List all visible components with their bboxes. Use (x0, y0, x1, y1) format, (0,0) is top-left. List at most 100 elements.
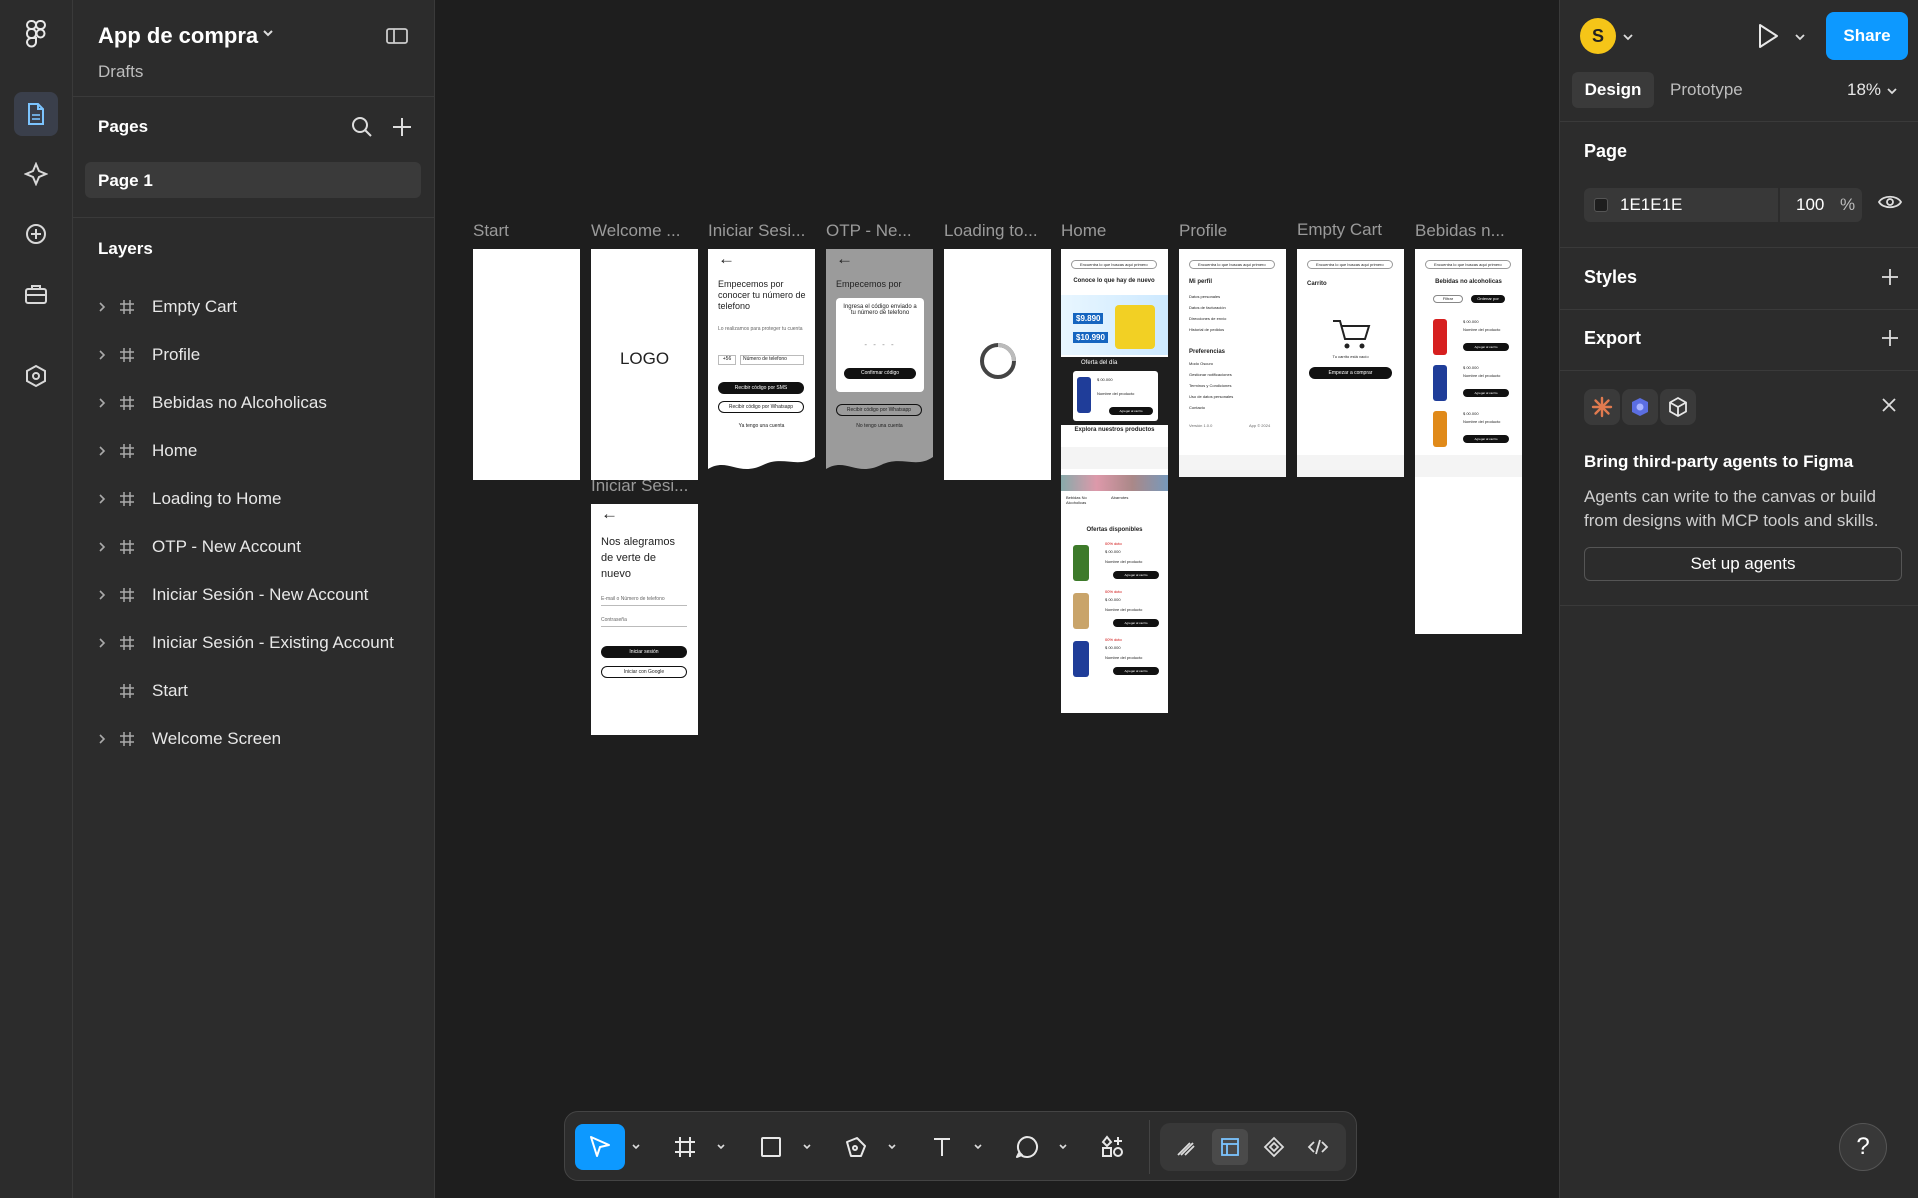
move-tool-icon[interactable] (575, 1124, 625, 1170)
chevron-right-icon[interactable] (97, 732, 107, 750)
comment-tool-icon[interactable] (1002, 1124, 1052, 1170)
chevron-down-icon[interactable] (881, 1124, 903, 1170)
chevron-right-icon[interactable] (97, 396, 107, 414)
frame-tool-icon[interactable] (660, 1124, 710, 1170)
frame-login-existing[interactable]: ← Nos alegramos de verte de nuevo E-mail… (591, 504, 698, 735)
file-location[interactable]: Drafts (98, 62, 143, 82)
chevron-right-icon[interactable] (97, 636, 107, 654)
phone-input: Número de telefono (740, 355, 804, 365)
settings-hex-icon[interactable] (14, 354, 58, 398)
layer-item[interactable]: OTP - New Account (73, 527, 435, 567)
layer-item[interactable]: Bebidas no Alcoholicas (73, 383, 435, 423)
rectangle-tool-icon[interactable] (746, 1124, 796, 1170)
chevron-right-icon[interactable] (97, 348, 107, 366)
add-export-icon[interactable] (1880, 328, 1900, 353)
chevron-down-icon[interactable] (625, 1124, 647, 1170)
layer-item[interactable]: Loading to Home (73, 479, 435, 519)
chevron-right-icon[interactable] (97, 300, 107, 318)
plugins-icon[interactable] (14, 212, 58, 256)
tab-prototype[interactable]: Prototype (1670, 80, 1743, 100)
frame-loading[interactable] (944, 249, 1051, 480)
frame-label-home[interactable]: Home (1061, 221, 1169, 241)
frame-icon (118, 730, 136, 753)
set-up-agents-button[interactable]: Set up agents (1584, 547, 1902, 581)
chevron-down-icon[interactable] (796, 1124, 818, 1170)
chevron-down-icon[interactable] (1052, 1124, 1074, 1170)
page-opacity-value[interactable]: 100 (1796, 195, 1824, 215)
layer-item[interactable]: Profile (73, 335, 435, 375)
frame-label-login-new[interactable]: Iniciar Sesi... (708, 221, 816, 241)
layer-item[interactable]: Start (73, 671, 435, 711)
frame-profile[interactable]: Encuentra lo que buscas aquí primero Mi … (1179, 249, 1286, 477)
frame-label-profile[interactable]: Profile (1179, 221, 1287, 241)
add-to-cart-button: Agregar al carrito (1113, 667, 1159, 675)
frame-empty-cart[interactable]: Encuentra lo que buscas aquí primero Car… (1297, 249, 1404, 477)
divider (1560, 309, 1918, 310)
layer-item[interactable]: Iniciar Sesión - New Account (73, 575, 435, 615)
preference-item: Contacto (1189, 405, 1206, 410)
eye-icon[interactable] (1877, 193, 1903, 216)
layer-item[interactable]: Iniciar Sesión - Existing Account (73, 623, 435, 663)
page-opacity-field[interactable]: 100 % (1780, 188, 1862, 222)
toolbox-icon[interactable] (14, 272, 58, 316)
frame-login-new[interactable]: ← Empecemos por conocer tu número de tel… (708, 249, 815, 472)
pen-tool-icon[interactable] (831, 1124, 881, 1170)
play-icon[interactable] (1755, 22, 1781, 55)
layer-item-label: Iniciar Sesión - New Account (152, 585, 369, 604)
avatar[interactable]: S (1580, 18, 1616, 54)
text-tool-icon[interactable] (917, 1124, 967, 1170)
file-title[interactable]: App de compra (98, 23, 258, 49)
page-color-hex[interactable]: 1E1E1E (1620, 195, 1682, 215)
page-color-field[interactable]: 1E1E1E (1584, 188, 1778, 222)
panel-toggle-icon[interactable] (385, 26, 409, 51)
chevron-right-icon[interactable] (97, 444, 107, 462)
frame-bebidas[interactable]: Encuentra lo que buscas aquí primero Beb… (1415, 249, 1522, 634)
layer-item[interactable]: Welcome Screen (73, 719, 435, 759)
frame-label-start[interactable]: Start (473, 221, 581, 241)
add-page-icon[interactable] (391, 116, 413, 143)
chevron-down-icon[interactable] (710, 1124, 732, 1170)
frame-otp[interactable]: ← Empecemos por conocer tu número Ingres… (826, 249, 933, 474)
chevron-down-icon[interactable] (1794, 30, 1806, 48)
frame-home[interactable]: Encuentra lo que buscas aquí primero Con… (1061, 249, 1168, 713)
add-to-cart-button: Agregar al carrito (1463, 343, 1509, 351)
close-icon[interactable] (1880, 396, 1898, 419)
design-mode-icon[interactable] (1212, 1129, 1248, 1165)
page-item[interactable]: Page 1 (85, 162, 421, 198)
chevron-down-icon[interactable] (967, 1124, 989, 1170)
components-mode-icon[interactable] (1256, 1129, 1292, 1165)
frame-start[interactable] (473, 249, 580, 480)
offer-price: $ 00.000 (1097, 377, 1113, 382)
chevron-down-icon[interactable] (1886, 84, 1898, 102)
add-style-icon[interactable] (1880, 267, 1900, 292)
figma-menu-icon[interactable] (14, 12, 58, 56)
layer-item[interactable]: Home (73, 431, 435, 471)
color-swatch[interactable] (1594, 198, 1608, 212)
help-button[interactable]: ? (1839, 1123, 1887, 1171)
chevron-right-icon[interactable] (97, 540, 107, 558)
file-icon[interactable] (14, 92, 58, 136)
canvas[interactable]: Start Welcome ... Iniciar Sesi... OTP - … (435, 0, 1559, 1198)
frame-label-otp[interactable]: OTP - Ne... (826, 221, 934, 241)
share-button[interactable]: Share (1826, 12, 1908, 60)
home-banner: $9.890 $10.990 (1061, 295, 1168, 355)
zoom-level[interactable]: 18% (1847, 80, 1881, 100)
tab-design[interactable]: Design (1572, 72, 1654, 108)
frame-label-bebidas[interactable]: Bebidas n... (1415, 221, 1523, 241)
actions-tool-icon[interactable] (1088, 1124, 1138, 1170)
frame-label-cart[interactable]: Empty Cart (1297, 220, 1405, 240)
search-icon[interactable] (351, 116, 373, 143)
assets-icon[interactable] (14, 152, 58, 196)
product-image (1115, 305, 1155, 349)
frame-label-loading[interactable]: Loading to... (944, 221, 1052, 241)
chevron-down-icon[interactable] (1622, 30, 1634, 48)
chevron-right-icon[interactable] (97, 492, 107, 510)
layer-item[interactable]: Empty Cart (73, 287, 435, 327)
whatsapp-button: Recibir código por Whatsapp (718, 401, 804, 413)
frame-label-welcome[interactable]: Welcome ... (591, 221, 699, 241)
frame-welcome[interactable]: LOGO (591, 249, 698, 480)
draw-mode-icon[interactable] (1168, 1129, 1204, 1165)
chevron-right-icon[interactable] (97, 588, 107, 606)
chevron-down-icon[interactable] (261, 26, 275, 45)
dev-mode-icon[interactable] (1300, 1129, 1336, 1165)
